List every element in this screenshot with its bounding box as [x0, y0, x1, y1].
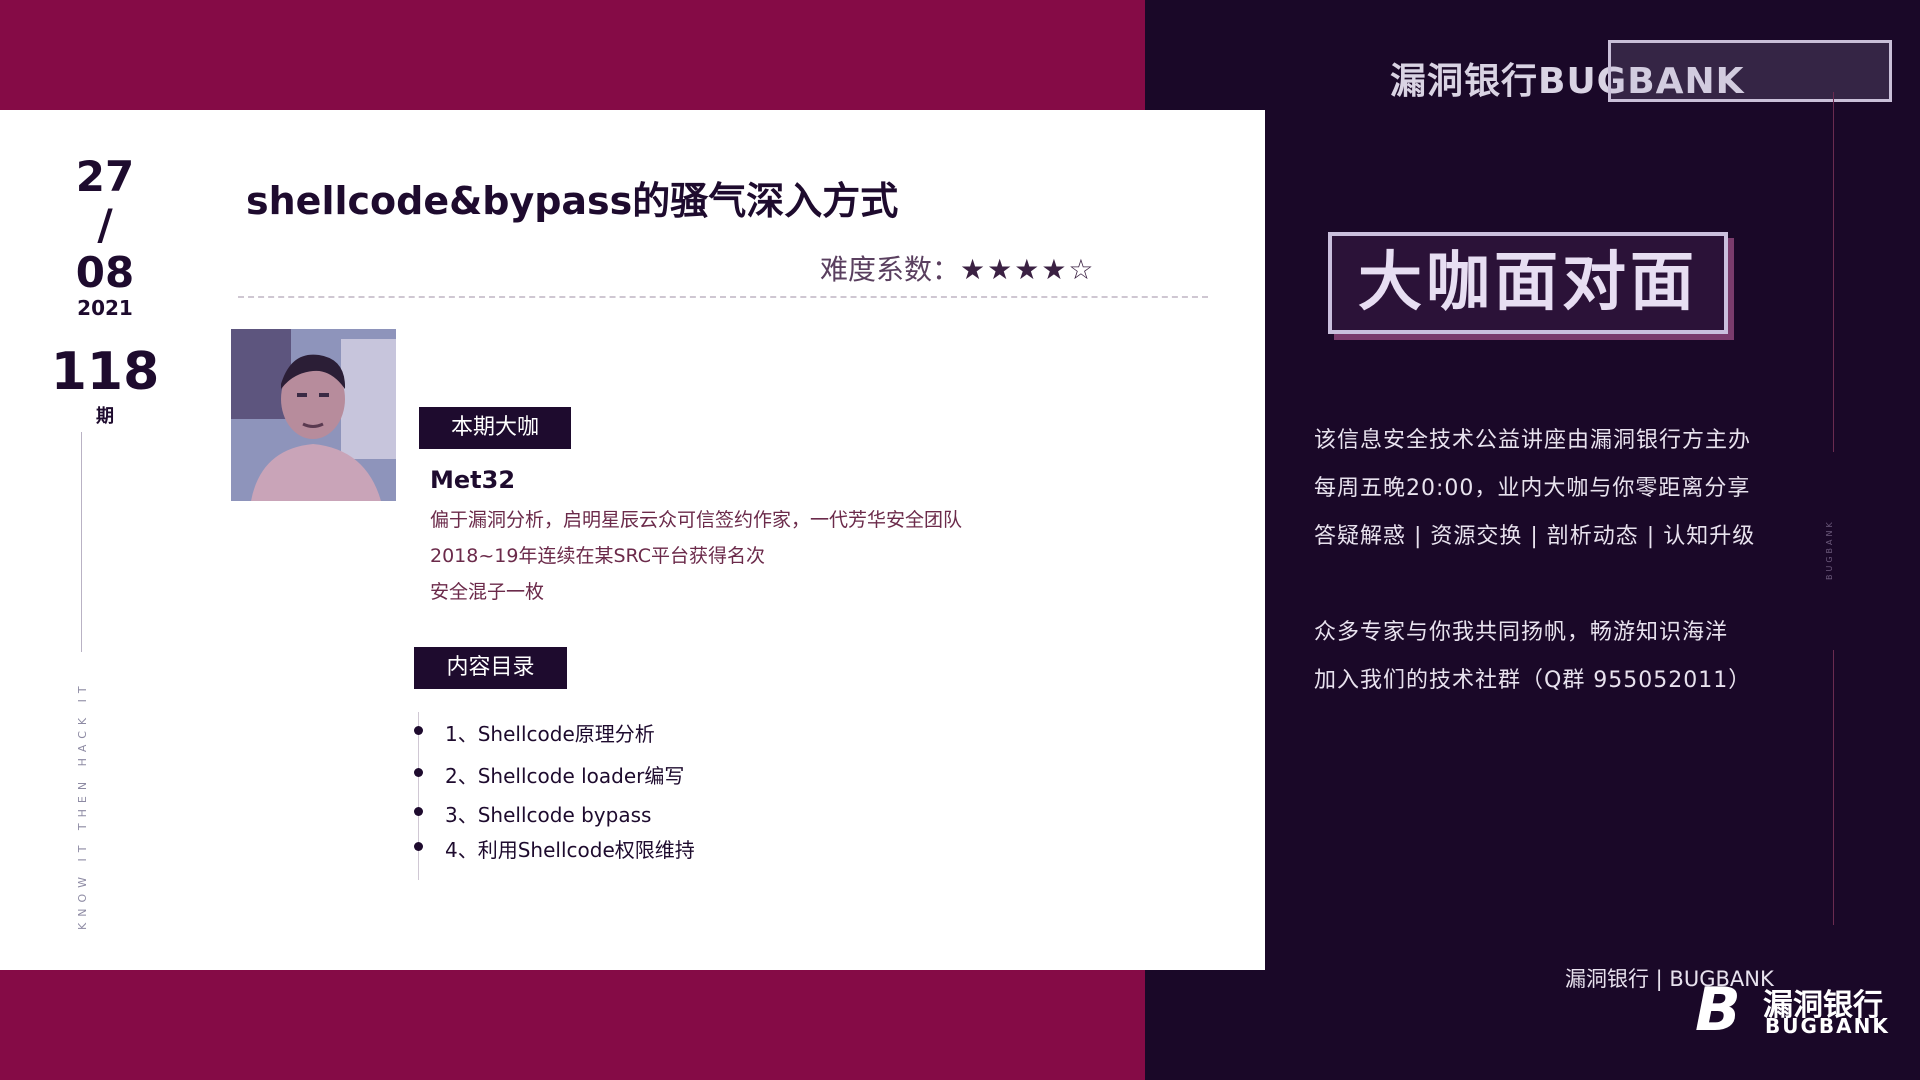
left-divider: [81, 432, 82, 652]
issue-label: 期: [96, 406, 114, 427]
difficulty-label: 难度系数：: [820, 253, 961, 286]
date-month: 08: [75, 248, 135, 297]
brand-header-logo-overlay: [1608, 40, 1892, 102]
bullet-icon: [414, 726, 423, 735]
logo-en-text: BUGBANK: [1765, 1014, 1890, 1038]
guest-name: Met32: [430, 466, 516, 494]
vertical-slogan: KNOW IT THEN HACK IT: [76, 680, 89, 930]
info-line: 每周五晚20:00，业内大咖与你零距离分享: [1314, 476, 1751, 501]
guest-photo: [231, 329, 396, 501]
guest-bio-line: 2018~19年连续在某SRC平台获得名次: [430, 545, 766, 567]
toc-item: 1、Shellcode原理分析: [445, 722, 655, 746]
bugbank-logo: B 漏洞银行 BUGBANK: [1695, 980, 1895, 1040]
bullet-icon: [414, 842, 423, 851]
vertical-brand-text: BUGBANK: [1825, 519, 1834, 580]
bullet-icon: [414, 807, 423, 816]
date-separator: /: [97, 200, 113, 249]
date-day: 27: [75, 152, 135, 201]
toc-item: 3、Shellcode bypass: [445, 803, 652, 827]
show-logo-art: 大咖面对面: [1328, 232, 1728, 334]
difficulty-rating: 难度系数：★★★★☆: [820, 248, 1096, 288]
info-line: 答疑解惑 | 资源交换 | 剖析动态 | 认知升级: [1314, 524, 1756, 549]
right-divider: [1833, 650, 1834, 925]
toc-item: 2、Shellcode loader编写: [445, 764, 685, 788]
toc-item: 4、利用Shellcode权限维持: [445, 838, 695, 862]
page-title: shellcode&bypass的骚气深入方式: [246, 179, 899, 223]
guest-bio-line: 偏于漏洞分析，启明星辰云众可信签约作家，一代芳华安全团队: [430, 509, 963, 531]
info-line: 加入我们的技术社群（Q群 955052011）: [1314, 668, 1752, 693]
right-divider: [1833, 92, 1834, 452]
info-line: 该信息安全技术公益讲座由漏洞银行方主办: [1314, 428, 1752, 453]
guest-bio-line: 安全混子一枚: [430, 581, 545, 603]
dashed-divider: [238, 296, 1208, 298]
toc-section-tag: 内容目录: [414, 647, 567, 689]
issue-number: 118: [50, 342, 160, 402]
guest-section-tag: 本期大咖: [419, 407, 571, 449]
toc-timeline: [418, 712, 419, 880]
bullet-icon: [414, 768, 423, 777]
date-year: 2021: [77, 296, 133, 320]
info-line: 众多专家与你我共同扬帆，畅游知识海洋: [1314, 620, 1729, 645]
bugbank-logo-icon: B: [1695, 975, 1741, 1045]
star-icons: ★★★★☆: [960, 253, 1096, 286]
